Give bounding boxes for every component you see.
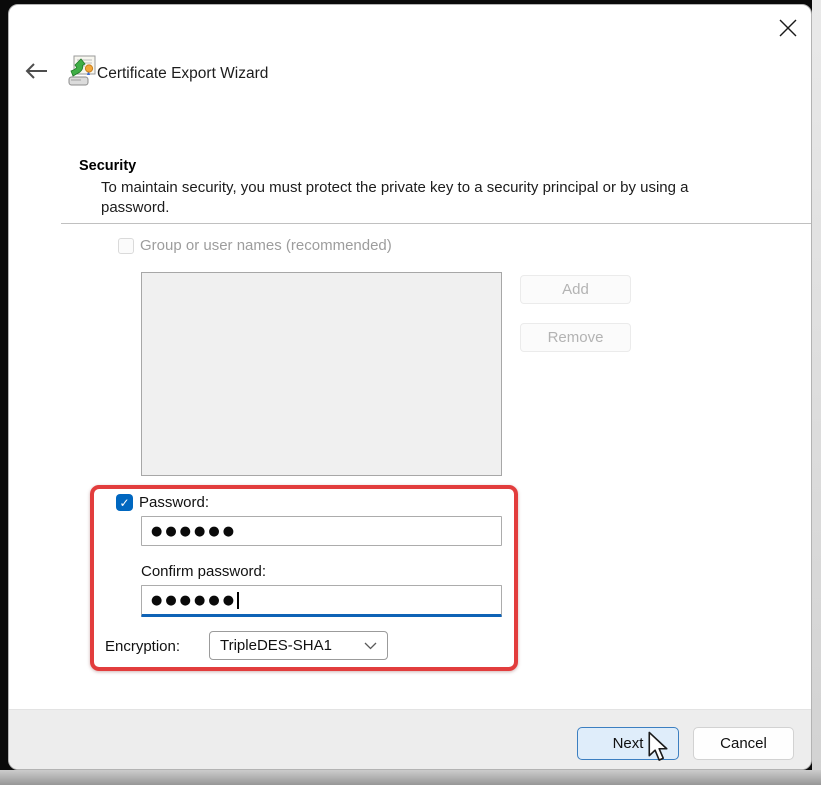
section-divider [61, 223, 811, 224]
back-arrow-icon [25, 63, 47, 79]
group-names-row: Group or user names (recommended) [118, 237, 392, 254]
confirm-password-label: Confirm password: [141, 563, 267, 580]
confirm-password-input[interactable]: ●●●●●● [141, 585, 502, 617]
certificate-export-icon [68, 55, 96, 86]
password-checkbox[interactable]: ✓ [116, 494, 133, 511]
password-row: ✓ Password: [116, 494, 209, 511]
remove-button[interactable]: Remove [520, 323, 631, 352]
confirm-password-masked-value: ●●●●●● [151, 592, 238, 608]
group-names-label: Group or user names (recommended) [140, 237, 392, 254]
password-input[interactable]: ●●●●●● [141, 516, 502, 546]
text-caret [237, 591, 239, 609]
section-description: To maintain security, you must protect t… [101, 179, 689, 216]
next-button[interactable]: Next [577, 727, 679, 760]
window-shadow-right [812, 0, 821, 785]
password-label: Password: [139, 494, 210, 511]
password-masked-value: ●●●●●● [151, 523, 238, 539]
wizard-title: Certificate Export Wizard [97, 65, 269, 82]
back-button[interactable] [21, 55, 53, 87]
footer-bar: Next Cancel [9, 709, 811, 769]
close-button[interactable] [771, 11, 805, 45]
add-button[interactable]: Add [520, 275, 631, 304]
section-heading: Security [79, 158, 137, 174]
encryption-label: Encryption: [105, 638, 181, 655]
group-names-checkbox[interactable] [118, 237, 134, 254]
screenshot-stage: Certificate Export Wizard Security To ma… [0, 0, 821, 785]
chevron-down-icon [364, 642, 377, 649]
encryption-dropdown[interactable]: TripleDES-SHA1 [209, 631, 388, 660]
close-icon [779, 19, 797, 37]
window-shadow-bottom [0, 770, 821, 785]
cancel-button[interactable]: Cancel [693, 727, 794, 760]
wizard-window: Certificate Export Wizard Security To ma… [8, 4, 812, 770]
group-names-listbox[interactable] [141, 272, 502, 476]
checkmark-icon: ✓ [119, 495, 130, 510]
encryption-selected-value: TripleDES-SHA1 [220, 637, 332, 654]
